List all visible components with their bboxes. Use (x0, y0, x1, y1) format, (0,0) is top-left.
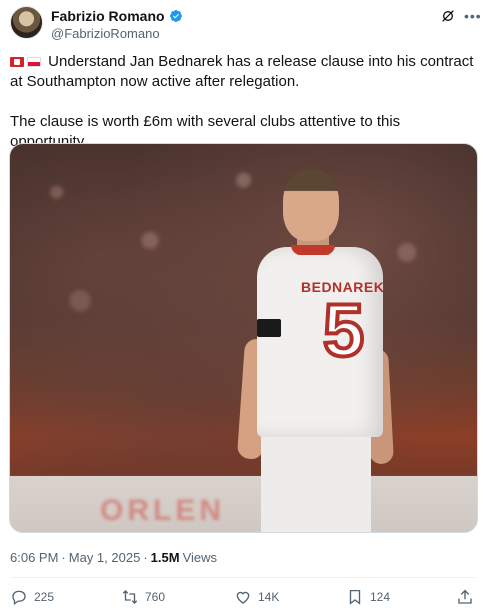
captain-armband (257, 319, 281, 337)
author-handle[interactable]: @FabrizioRomano (51, 26, 160, 41)
bookmark-button[interactable]: 124 (346, 588, 390, 606)
meta-separator: · (61, 550, 66, 565)
player-shorts (261, 434, 371, 532)
tweet-image[interactable]: ORLEN BEDNAREK 5 (9, 143, 478, 533)
like-count: 14K (258, 590, 280, 604)
bookmark-count: 124 (370, 590, 391, 604)
repost-button[interactable]: 760 (121, 588, 165, 606)
flag-southampton-icon (10, 57, 24, 67)
player-figure: BEDNAREK 5 (235, 169, 395, 532)
share-icon (458, 589, 472, 604)
views-label: Views (182, 550, 218, 565)
divider (10, 577, 476, 578)
like-button[interactable]: 14K (234, 588, 279, 606)
share-button[interactable] (456, 588, 474, 606)
repost-icon (122, 590, 138, 604)
bookmark-icon (349, 589, 361, 605)
flag-poland-icon (27, 57, 41, 67)
tweet-text: Understand Jan Bednarek has a release cl… (10, 52, 476, 152)
jersey-number: 5 (321, 289, 366, 372)
player-collar (291, 245, 335, 255)
verified-badge-icon (169, 10, 182, 22)
reply-icon (12, 590, 26, 606)
player-head (283, 169, 339, 241)
tweet-time[interactable]: 6:06 PM (10, 550, 58, 565)
meta-separator: · (143, 550, 148, 565)
tweet-header: Fabrizio Romano @FabrizioRomano ••• (10, 6, 481, 46)
tweet-text-line-1: Understand Jan Bednarek has a release cl… (10, 53, 474, 90)
tweet-paragraph-1: Understand Jan Bednarek has a release cl… (10, 52, 476, 92)
board-text: ORLEN (100, 494, 225, 527)
grok-icon[interactable] (440, 8, 456, 24)
action-bar: 225 760 14K 124 (10, 588, 476, 610)
author-name[interactable]: Fabrizio Romano (51, 8, 165, 24)
reply-button[interactable]: 225 (10, 588, 54, 606)
tweet-date[interactable]: May 1, 2025 (69, 550, 141, 565)
reply-count: 225 (34, 590, 55, 604)
author-name-row: Fabrizio Romano (51, 8, 183, 24)
more-icon[interactable]: ••• (464, 8, 482, 24)
repost-count: 760 (145, 590, 166, 604)
tweet-meta: 6:06 PM · May 1, 2025 · 1.5M Views (10, 550, 217, 565)
avatar[interactable] (10, 6, 43, 39)
views-count: 1.5M (150, 550, 180, 565)
like-icon (236, 591, 250, 604)
